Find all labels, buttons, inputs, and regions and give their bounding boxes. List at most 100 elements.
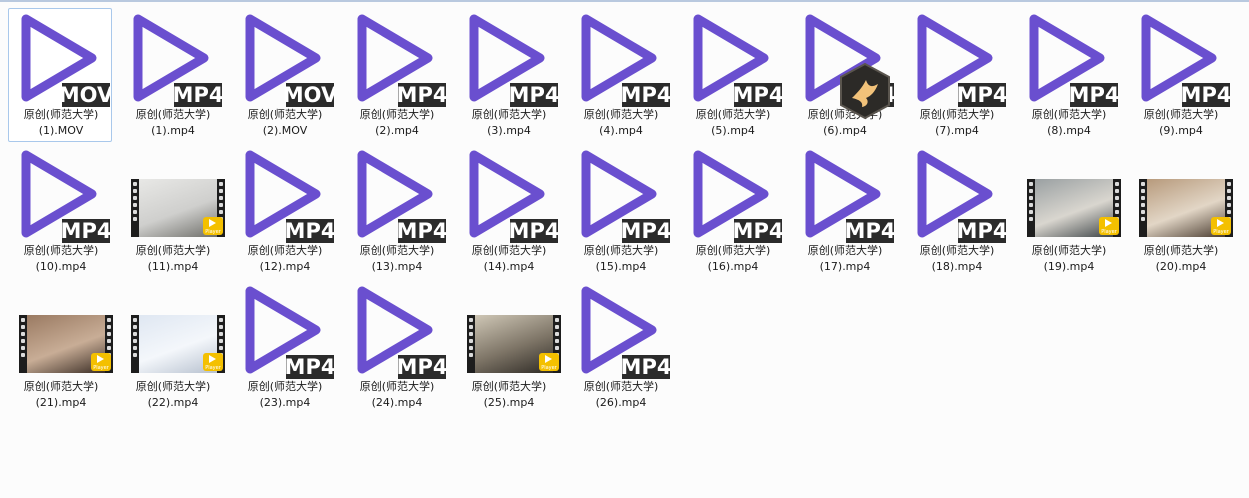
film-strip-left bbox=[1139, 179, 1147, 237]
file-name-line-2: (6).mp4 bbox=[823, 124, 867, 137]
player-badge-label: Player bbox=[205, 365, 221, 371]
file-name-line-2: (20).mp4 bbox=[1155, 260, 1207, 273]
file-item[interactable]: MP4 原创(师范大学) (1).mp4 bbox=[120, 8, 224, 142]
file-item[interactable]: MP4 原创(师范大学) (17).mp4 bbox=[792, 144, 896, 278]
player-badge-label: Player bbox=[541, 365, 557, 371]
video-file-icon: MP4 bbox=[350, 283, 446, 379]
file-item[interactable]: MP4 原创(师范大学) (16).mp4 bbox=[680, 144, 784, 278]
video-file-icon: MP4 bbox=[910, 147, 1006, 243]
video-thumbnail-frame: Player bbox=[1139, 179, 1233, 237]
file-name-line-1: 原创(师范大学) bbox=[247, 108, 323, 121]
file-name-label: 原创(师范大学) (21).mp4 bbox=[9, 379, 113, 411]
file-type-badge-text: MP4 bbox=[397, 355, 446, 379]
file-item[interactable]: Player 原创(师范大学) (22).mp4 bbox=[120, 280, 225, 414]
file-item[interactable]: MP4 原创(师范大学) (5).mp4 bbox=[680, 8, 784, 142]
file-item[interactable]: MP4 原创(师范大学) (15).mp4 bbox=[568, 144, 672, 278]
file-name-line-1: 原创(师范大学) bbox=[135, 108, 211, 121]
video-thumbnail-frame: Player bbox=[19, 315, 113, 373]
file-item[interactable]: Player 原创(师范大学) (20).mp4 bbox=[1128, 144, 1233, 278]
file-item[interactable]: Player 原创(师范大学) (25).mp4 bbox=[456, 280, 561, 414]
file-type-badge-text: MP4 bbox=[845, 219, 894, 243]
file-item[interactable]: MP4 原创(师范大学) (4).mp4 bbox=[568, 8, 672, 142]
file-type-badge-text: MOV bbox=[59, 83, 110, 107]
video-file-icon: MP4 bbox=[574, 283, 670, 379]
file-name-line-1: 原创(师范大学) bbox=[359, 380, 435, 393]
file-item[interactable]: MP4 原创(师范大学) (14).mp4 bbox=[456, 144, 560, 278]
file-item[interactable]: Player 原创(师范大学) (19).mp4 bbox=[1016, 144, 1121, 278]
file-item[interactable]: MP4 原创(师范大学) (18).mp4 bbox=[904, 144, 1008, 278]
file-name-label: 原创(师范大学) (2).mp4 bbox=[345, 107, 449, 139]
file-name-line-2: (12).mp4 bbox=[259, 260, 311, 273]
file-name-line-1: 原创(师范大学) bbox=[23, 108, 99, 121]
file-name-label: 原创(师范大学) (16).mp4 bbox=[681, 243, 785, 275]
file-item[interactable]: MP4 原创(师范大学) (7).mp4 bbox=[904, 8, 1008, 142]
file-type-badge-text: MP4 bbox=[509, 83, 558, 107]
file-name-line-2: (7).mp4 bbox=[935, 124, 979, 137]
file-name-line-2: (15).mp4 bbox=[595, 260, 647, 273]
file-name-label: 原创(师范大学) (14).mp4 bbox=[457, 243, 561, 275]
file-item[interactable]: MP4 原创(师范大学) (13).mp4 bbox=[344, 144, 448, 278]
file-name-label: 原创(师范大学) (20).mp4 bbox=[1129, 243, 1233, 275]
file-name-label: 原创(师范大学) (4).mp4 bbox=[569, 107, 673, 139]
file-name-label: 原创(师范大学) (26).mp4 bbox=[569, 379, 673, 411]
file-name-line-2: (25).mp4 bbox=[483, 396, 535, 409]
file-item[interactable]: MP4 原创(师范大学) (12).mp4 bbox=[232, 144, 336, 278]
file-name-line-2: (9).mp4 bbox=[1159, 124, 1203, 137]
file-item[interactable]: MP4 原创(师范大学) (24).mp4 bbox=[344, 280, 448, 414]
file-name-line-1: 原创(师范大学) bbox=[359, 108, 435, 121]
video-thumbnail-frame: Player bbox=[1027, 179, 1121, 237]
bird-app-icon[interactable] bbox=[838, 62, 892, 120]
file-name-label: 原创(师范大学) (23).mp4 bbox=[233, 379, 337, 411]
file-name-line-2: (3).mp4 bbox=[487, 124, 531, 137]
file-name-line-1: 原创(师范大学) bbox=[695, 108, 771, 121]
file-name-line-1: 原创(师范大学) bbox=[359, 244, 435, 257]
file-name-line-2: (1).MOV bbox=[38, 124, 84, 137]
file-name-label: 原创(师范大学) (12).mp4 bbox=[233, 243, 337, 275]
file-name-line-1: 原创(师范大学) bbox=[1143, 108, 1219, 121]
file-item[interactable]: MOV 原创(师范大学) (2).MOV bbox=[232, 8, 336, 142]
file-item[interactable]: MP4 原创(师范大学) (23).mp4 bbox=[232, 280, 336, 414]
file-item[interactable]: MP4 原创(师范大学) (26).mp4 bbox=[568, 280, 672, 414]
video-file-icon: MP4 bbox=[574, 147, 670, 243]
file-item[interactable]: Player 原创(师范大学) (21).mp4 bbox=[8, 280, 113, 414]
file-item[interactable]: MOV 原创(师范大学) (1).MOV bbox=[8, 8, 112, 142]
file-name-line-1: 原创(师范大学) bbox=[23, 380, 99, 393]
file-name-line-1: 原创(师范大学) bbox=[135, 380, 211, 393]
file-name-line-2: (19).mp4 bbox=[1043, 260, 1095, 273]
file-item[interactable]: MP4 原创(师范大学) (10).mp4 bbox=[8, 144, 112, 278]
video-file-icon: MP4 bbox=[238, 283, 334, 379]
file-name-line-1: 原创(师范大学) bbox=[247, 244, 323, 257]
file-name-line-1: 原创(师范大学) bbox=[471, 108, 547, 121]
player-badge-label: Player bbox=[1213, 229, 1229, 235]
file-item[interactable]: MP4 原创(师范大学) (9).mp4 bbox=[1128, 8, 1232, 142]
file-name-line-1: 原创(师范大学) bbox=[695, 244, 771, 257]
film-strip-left bbox=[131, 315, 139, 373]
window-top-border bbox=[0, 0, 1249, 2]
player-app-icon: Player bbox=[539, 353, 559, 371]
file-item[interactable]: MP4 原创(师范大学) (3).mp4 bbox=[456, 8, 560, 142]
file-name-line-2: (26).mp4 bbox=[595, 396, 647, 409]
player-badge-label: Player bbox=[1101, 229, 1117, 235]
video-thumbnail-frame: Player bbox=[131, 315, 225, 373]
file-type-badge-text: MP4 bbox=[1069, 83, 1118, 107]
file-type-badge-text: MP4 bbox=[397, 83, 446, 107]
file-type-badge-text: MP4 bbox=[61, 219, 110, 243]
file-name-line-2: (17).mp4 bbox=[819, 260, 871, 273]
file-name-line-1: 原创(师范大学) bbox=[23, 244, 99, 257]
file-item[interactable]: MP4 原创(师范大学) (8).mp4 bbox=[1016, 8, 1120, 142]
file-name-label: 原创(师范大学) (11).mp4 bbox=[121, 243, 225, 275]
video-thumbnail: Player bbox=[14, 283, 113, 379]
file-type-badge-text: MP4 bbox=[957, 219, 1006, 243]
file-name-label: 原创(师范大学) (24).mp4 bbox=[345, 379, 449, 411]
file-name-line-1: 原创(师范大学) bbox=[135, 244, 211, 257]
file-name-label: 原创(师范大学) (9).mp4 bbox=[1129, 107, 1233, 139]
player-app-icon: Player bbox=[1211, 217, 1231, 235]
file-name-line-1: 原创(师范大学) bbox=[919, 244, 995, 257]
file-name-label: 原创(师范大学) (1).MOV bbox=[9, 107, 113, 139]
player-badge-label: Player bbox=[93, 365, 109, 371]
file-item[interactable]: MP4 原创(师范大学) (2).mp4 bbox=[344, 8, 448, 142]
file-item[interactable]: Player 原创(师范大学) (11).mp4 bbox=[120, 144, 225, 278]
file-name-label: 原创(师范大学) (17).mp4 bbox=[793, 243, 897, 275]
video-file-icon: MP4 bbox=[686, 11, 782, 107]
player-app-icon: Player bbox=[203, 217, 223, 235]
